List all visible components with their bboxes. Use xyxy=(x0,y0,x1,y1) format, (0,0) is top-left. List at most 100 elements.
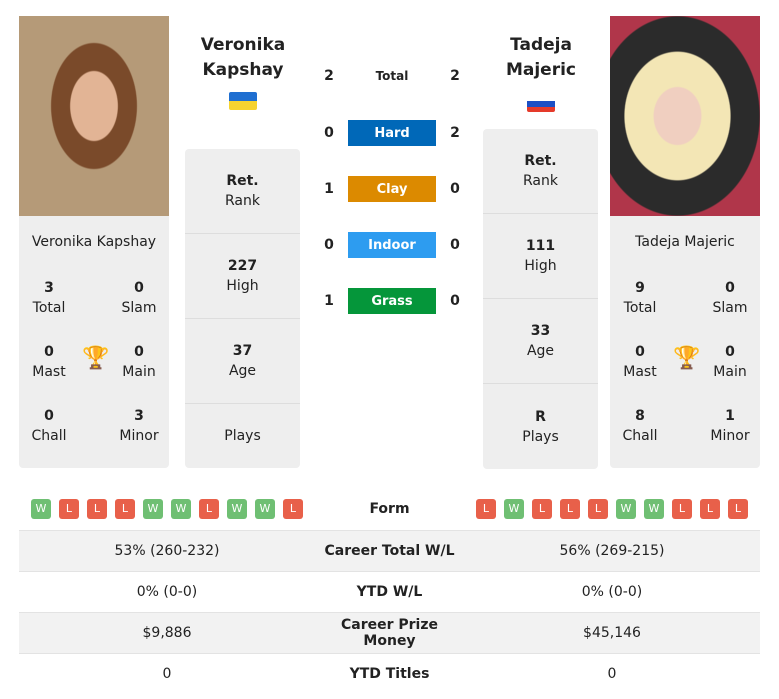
career-wl-row: 53% (260-232) Career Total W/L 56% (269-21… xyxy=(19,530,760,571)
label: Plays xyxy=(224,428,261,444)
label: Career Prize Money xyxy=(340,617,438,649)
player1-card: Veronika Kapshay 3 Total 0 Slam 0 Mast 🏆 0 M… xyxy=(19,216,169,468)
label: Mast xyxy=(623,364,657,380)
p2-count: 2 xyxy=(450,68,460,84)
form-badge[interactable]: L xyxy=(199,499,219,519)
label: Age xyxy=(228,363,257,379)
p2-chall: 8 xyxy=(635,408,645,424)
p2-count: 0 xyxy=(450,237,460,253)
surface-label[interactable]: Hard xyxy=(348,120,436,146)
form-badge[interactable]: L xyxy=(588,499,608,519)
surface-label[interactable]: Indoor xyxy=(348,232,436,258)
form-badge[interactable]: W xyxy=(644,499,664,519)
form-badge[interactable]: L xyxy=(532,499,552,519)
player2-form: LWLLLWWLLL xyxy=(464,499,760,519)
form-badge[interactable]: W xyxy=(227,499,247,519)
player1-stats: Ret. Rank 227 High 37 Age Plays xyxy=(185,149,300,468)
form-badge[interactable]: L xyxy=(476,499,496,519)
h2h-row-total: 2 Total 2 xyxy=(310,63,475,89)
surface-label: Total xyxy=(375,69,409,83)
trophy-icon: 🏆 xyxy=(82,346,110,371)
p2-mast: 0 xyxy=(635,344,645,360)
p2-count: 2 xyxy=(450,125,460,141)
form-badge[interactable]: W xyxy=(504,499,524,519)
ytd-titles-row: 0 YTD Titles 0 xyxy=(19,653,760,694)
label: Main xyxy=(122,364,156,380)
label: Main xyxy=(713,364,747,380)
p1-career-wl: 53% (260-232) xyxy=(114,543,220,559)
p1-main: 0 xyxy=(134,344,144,360)
form-badge[interactable]: L xyxy=(283,499,303,519)
h2h-row-grass: 1 Grass 0 xyxy=(310,288,475,314)
player1-heading[interactable]: Veronika Kapshay xyxy=(178,33,308,83)
h2h-row-clay: 1 Clay 0 xyxy=(310,176,475,202)
p2-age: 33 xyxy=(530,323,551,339)
p2-ytd-titles: 0 xyxy=(607,666,617,682)
player2-name[interactable]: Tadeja Majeric xyxy=(610,234,760,250)
p2-minor: 1 xyxy=(725,408,735,424)
label: Total xyxy=(623,300,657,316)
form-badge[interactable]: W xyxy=(255,499,275,519)
p2-count: 0 xyxy=(450,293,460,309)
label: Slam xyxy=(712,300,748,316)
p1-ytd-titles: 0 xyxy=(162,666,172,682)
p2-high: 111 xyxy=(525,238,556,254)
label: Career Total W/L xyxy=(324,543,455,559)
trophy-icon: 🏆 xyxy=(673,346,701,371)
player2-card: Tadeja Majeric 9 Total 0 Slam 0 Mast 🏆 0 Mai… xyxy=(610,216,760,468)
form-badge[interactable]: W xyxy=(616,499,636,519)
p1-chall: 0 xyxy=(44,408,54,424)
p2-total: 9 xyxy=(635,280,645,296)
p1-count: 1 xyxy=(324,181,334,197)
p2-career-wl: 56% (269-215) xyxy=(559,543,665,559)
label: YTD W/L xyxy=(356,584,423,600)
form-badge[interactable]: L xyxy=(672,499,692,519)
form-badge[interactable]: L xyxy=(560,499,580,519)
slovenia-flag-icon xyxy=(527,96,555,112)
p1-prize: $9,886 xyxy=(142,625,192,641)
surface-label[interactable]: Clay xyxy=(348,176,436,202)
form-badge[interactable]: W xyxy=(143,499,163,519)
form-badge[interactable]: W xyxy=(31,499,51,519)
form-badge[interactable]: L xyxy=(87,499,107,519)
p1-count: 2 xyxy=(324,68,334,84)
player2-heading[interactable]: Tadeja Majeric xyxy=(476,33,606,83)
p2-rank: Ret. xyxy=(524,153,557,169)
form-badge[interactable]: L xyxy=(728,499,748,519)
label: Chall xyxy=(31,428,67,444)
form-badge[interactable]: L xyxy=(115,499,135,519)
label: Plays xyxy=(522,428,559,445)
p1-ytd-wl: 0% (0-0) xyxy=(136,584,198,600)
player2-photo xyxy=(610,16,760,216)
p1-rank: Ret. xyxy=(226,173,259,189)
name-line: Tadeja xyxy=(510,35,572,55)
p1-age: 37 xyxy=(232,343,253,359)
p1-count: 1 xyxy=(324,293,334,309)
ytd-wl-row: 0% (0-0) YTD W/L 0% (0-0) xyxy=(19,571,760,612)
player2-stats: Ret. Rank 111 High 33 Age R Plays xyxy=(483,129,598,469)
surface-label[interactable]: Grass xyxy=(348,288,436,314)
name-line: Majeric xyxy=(505,60,577,80)
p1-minor: 3 xyxy=(134,408,144,424)
label: Minor xyxy=(710,428,750,444)
p1-total: 3 xyxy=(44,280,54,296)
label: High xyxy=(524,258,557,274)
form-badge[interactable]: W xyxy=(171,499,191,519)
player1-form: WLLLWWLWWL xyxy=(19,499,315,519)
label: Minor xyxy=(119,428,159,444)
p2-count: 0 xyxy=(450,181,460,197)
h2h-row-hard: 0 Hard 2 xyxy=(310,120,475,146)
p1-count: 0 xyxy=(324,237,334,253)
label: Slam xyxy=(121,300,157,316)
p2-slam: 0 xyxy=(725,280,735,296)
form-row: WLLLWWLWWL Form LWLLLWWLLL xyxy=(19,489,760,529)
player1-name[interactable]: Veronika Kapshay xyxy=(19,234,169,250)
form-badge[interactable]: L xyxy=(700,499,720,519)
name-line: Veronika xyxy=(200,35,286,55)
form-badge[interactable]: L xyxy=(59,499,79,519)
p2-main: 0 xyxy=(725,344,735,360)
label: Rank xyxy=(225,193,260,209)
p2-plays: R xyxy=(535,408,546,425)
name-line: Kapshay xyxy=(202,60,284,80)
label: High xyxy=(226,278,259,294)
